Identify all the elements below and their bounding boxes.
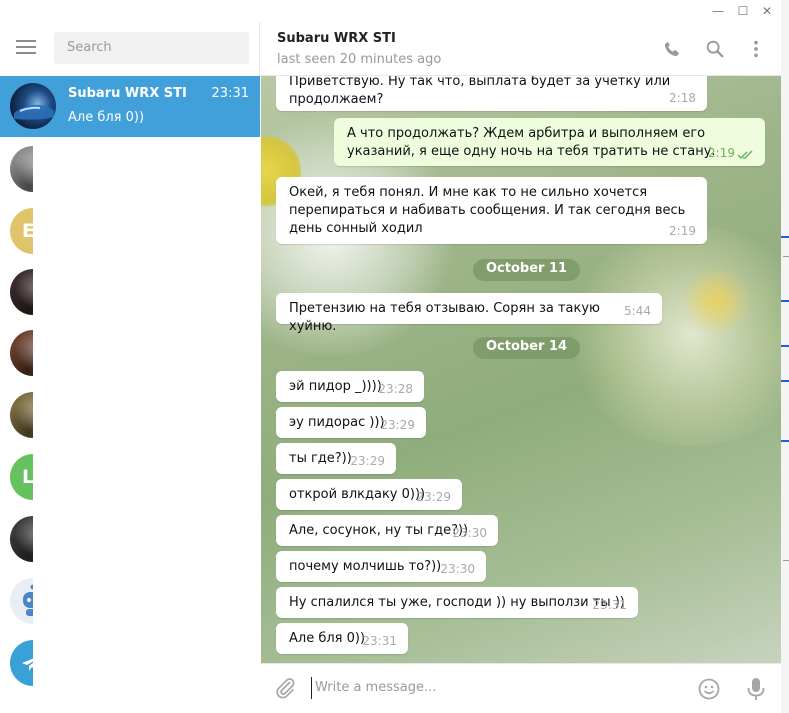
close-button[interactable]: ✕ — [758, 3, 776, 19]
message-bubble[interactable]: ты где?)) 23:29 — [276, 443, 396, 474]
message-text: Ну спалился ты уже, господи )) ну выполз… — [289, 595, 625, 610]
wallpaper-flower-center — [681, 266, 751, 336]
maximize-button[interactable]: ☐ — [734, 3, 752, 19]
message-text: открой влкдаку 0))) — [289, 487, 426, 502]
sidebar: Search Subaru WRX STI 23:31 Але бля 0)) … — [0, 22, 260, 713]
sidebar-header: Search — [0, 22, 260, 76]
message-bubble[interactable]: Але бля 0)) 23:31 — [276, 623, 408, 654]
search-input[interactable]: Search — [54, 32, 249, 64]
message-text: эу пидорас ))) — [289, 415, 385, 430]
message-time: 23:30 — [440, 562, 475, 576]
more-vertical-icon[interactable] — [745, 38, 767, 60]
message-text: А что продолжать? Ждем арбитра и выполня… — [347, 126, 716, 159]
date-separator: October 11 — [473, 259, 581, 281]
chat-title[interactable]: Subaru WRX STI — [277, 31, 396, 46]
message-bubble[interactable]: Але, сосунок, ну ты где?)) 23:30 — [276, 515, 498, 546]
message-text: эй пидор _)))) — [289, 379, 382, 394]
message-text: Приветствую. Ну так что, выплата будет з… — [289, 76, 671, 107]
chat-panel: Subaru WRX STI last seen 20 minutes ago … — [261, 22, 781, 713]
message-time: 23:29 — [416, 490, 451, 504]
message-time: 23:28 — [378, 382, 413, 396]
chat-header: Subaru WRX STI last seen 20 minutes ago — [261, 22, 781, 76]
chat-list-blank — [33, 137, 260, 713]
chat-preview: Але бля 0)) — [68, 110, 145, 125]
message-text: ты где?)) — [289, 451, 352, 466]
message-bubble[interactable]: почему молчишь то?)) 23:30 — [276, 551, 486, 582]
message-time: 5:44 — [624, 304, 651, 318]
message-time: 23:29 — [350, 454, 385, 468]
message-time: 23:29 — [380, 418, 415, 432]
message-bubble[interactable]: Претензию на тебя отзываю. Сорян за таку… — [276, 293, 662, 334]
message-area[interactable]: Приветствую. Ну так что, выплата будет з… — [261, 76, 781, 663]
telegram-window: — ☐ ✕ Search Subaru WRX STI 23:31 Але бл… — [0, 0, 781, 713]
message-text: Але бля 0)) — [289, 631, 366, 646]
phone-icon[interactable] — [661, 38, 683, 60]
message-time: 23:30 — [452, 526, 487, 540]
emoji-icon[interactable] — [697, 677, 721, 701]
wallpaper-flower — [561, 226, 781, 446]
search-icon[interactable] — [704, 38, 726, 60]
message-bubble-outgoing[interactable]: А что продолжать? Ждем арбитра и выполня… — [334, 118, 765, 166]
message-bubble[interactable]: эу пидорас ))) 23:29 — [276, 407, 426, 438]
message-text: почему молчишь то?)) — [289, 559, 442, 574]
message-composer: Write a message... — [261, 663, 781, 713]
title-bar: — ☐ ✕ — [0, 0, 781, 22]
message-time: 23:31 — [592, 598, 627, 612]
avatar — [10, 83, 56, 129]
message-bubble[interactable]: эй пидор _)))) 23:28 — [276, 371, 424, 402]
message-time: 2:19 — [708, 146, 735, 160]
chat-name: Subaru WRX STI — [68, 86, 187, 101]
message-time: 2:18 — [669, 91, 696, 105]
message-bubble[interactable]: открой влкдаку 0))) 23:29 — [276, 479, 462, 510]
attach-icon[interactable] — [273, 676, 297, 700]
date-separator: October 14 — [473, 337, 581, 359]
double-check-icon — [737, 150, 753, 160]
message-text: Але, сосунок, ну ты где?)) — [289, 523, 469, 538]
message-time: 23:31 — [362, 634, 397, 648]
message-text: Претензию на тебя отзываю. Сорян за таку… — [289, 301, 600, 334]
minimize-button[interactable]: — — [709, 3, 727, 19]
message-bubble[interactable]: Приветствую. Ну так что, выплата будет з… — [276, 76, 707, 111]
hamburger-menu-icon[interactable] — [16, 40, 36, 54]
message-input[interactable]: Write a message... — [311, 677, 691, 699]
message-bubble[interactable]: Окей, я тебя понял. И мне как то не силь… — [276, 177, 707, 244]
microphone-icon[interactable] — [745, 676, 767, 702]
message-text: Окей, я тебя понял. И мне как то не силь… — [289, 185, 686, 236]
chat-list-item-active[interactable]: Subaru WRX STI 23:31 Але бля 0)) — [0, 76, 260, 137]
background-window-edge — [781, 0, 789, 713]
message-time: 2:19 — [669, 224, 696, 238]
message-bubble[interactable]: Ну спалился ты уже, господи )) ну выполз… — [276, 587, 638, 618]
chat-time: 23:31 — [211, 86, 249, 101]
chat-status: last seen 20 minutes ago — [277, 52, 442, 67]
